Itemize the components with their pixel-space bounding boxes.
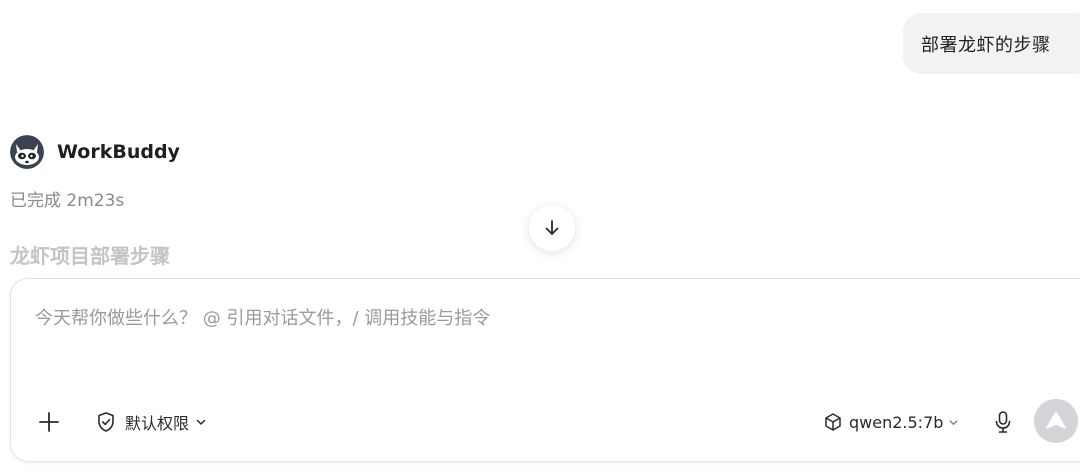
message-input[interactable] <box>35 303 935 333</box>
arrow-down-icon <box>545 220 559 235</box>
user-message-bubble: 部署龙虾的步骤 <box>903 13 1080 74</box>
send-arrow-icon <box>1046 411 1066 429</box>
plus-icon <box>39 412 59 432</box>
add-attachment-button[interactable] <box>37 410 61 434</box>
permission-selector[interactable]: 默认权限 <box>95 410 207 434</box>
completion-status: 已完成 2m23s <box>10 191 125 211</box>
chevron-down-icon <box>950 419 958 425</box>
permission-label: 默认权限 <box>125 414 190 433</box>
response-heading: 龙虾项目部署步骤 <box>10 244 170 268</box>
cube-icon <box>825 413 841 431</box>
chevron-down-icon <box>196 419 206 425</box>
user-message-text: 部署龙虾的步骤 <box>921 34 1051 56</box>
send-button[interactable] <box>1034 399 1078 443</box>
model-label: qwen2.5:7b <box>849 412 944 432</box>
agent-header: WorkBuddy <box>10 135 180 169</box>
model-selector[interactable]: qwen2.5:7b <box>823 410 959 434</box>
voice-input-button[interactable] <box>991 409 1015 435</box>
chat-composer: 默认权限 qwen2.5:7b <box>10 278 1080 462</box>
microphone-icon <box>995 411 1011 433</box>
raccoon-avatar-icon <box>10 135 44 169</box>
shield-check-icon <box>98 412 114 432</box>
scroll-to-bottom-button[interactable] <box>529 205 575 251</box>
agent-name: WorkBuddy <box>57 141 180 163</box>
